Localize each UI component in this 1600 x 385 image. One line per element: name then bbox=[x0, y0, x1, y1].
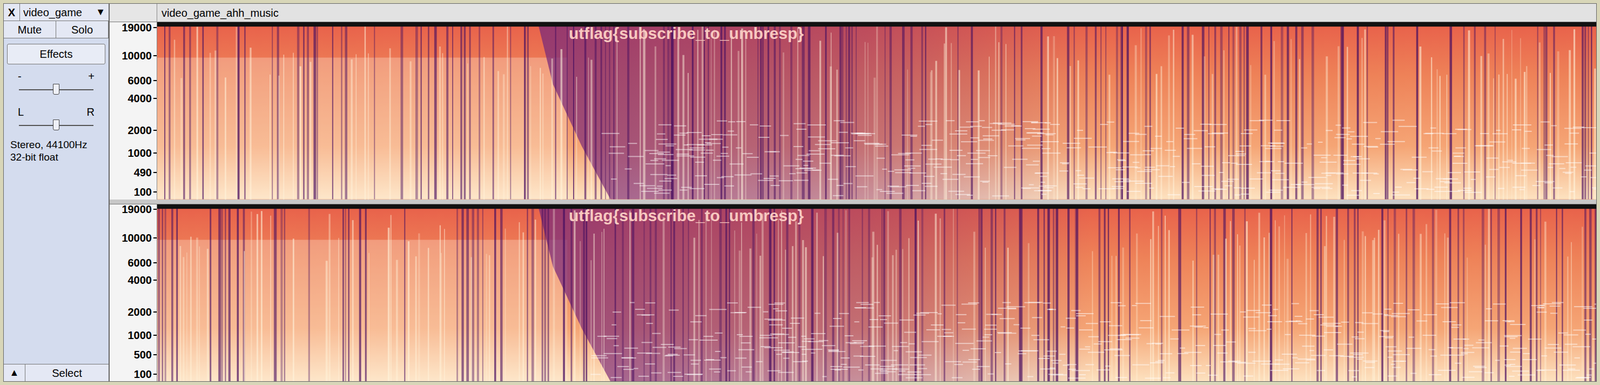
frequency-tick: 100 bbox=[133, 186, 157, 198]
close-button[interactable]: X bbox=[3, 3, 20, 21]
frequency-tick: 1000 bbox=[128, 147, 158, 159]
spectrogram[interactable]: utflag{subscribe_to_umbresp} bbox=[157, 22, 1597, 200]
frequency-tick: 4000 bbox=[128, 274, 158, 286]
spectrogram[interactable]: utflag{subscribe_to_umbresp} bbox=[157, 204, 1597, 382]
frequency-tick: 6000 bbox=[128, 75, 158, 86]
effects-button[interactable]: Effects bbox=[7, 43, 106, 65]
frequency-ruler: 19000 10000 6000 4000 2000 1000 500 100 bbox=[109, 204, 158, 382]
spectrogram-image-icon bbox=[157, 22, 1597, 200]
spectrogram-overlay-text: utflag{subscribe_to_umbresp} bbox=[568, 25, 804, 42]
track-info: Stereo, 44100Hz32-bit float bbox=[3, 133, 109, 164]
frequency-tick: 490 bbox=[133, 166, 157, 178]
frequency-tick: 19000 bbox=[121, 203, 157, 215]
track-control-panel: Xvideo_game▼MuteSolo Effects -+ LRStereo, 4… bbox=[3, 3, 110, 382]
frequency-tick: 1000 bbox=[128, 329, 158, 341]
audacity-track-window: Xvideo_game▼MuteSolo Effects -+ LRStereo, 4… bbox=[0, 0, 1600, 385]
frequency-tick: 6000 bbox=[128, 257, 158, 268]
spectrogram-overlay-text: utflag{subscribe_to_umbresp} bbox=[568, 207, 804, 224]
frequency-tick: 10000 bbox=[121, 232, 157, 244]
frequency-ruler: 19000 10000 6000 4000 2000 1000 490 100 bbox=[109, 22, 158, 200]
gain-slider[interactable]: -+ bbox=[3, 68, 109, 98]
collapse-button[interactable]: ▲ bbox=[3, 364, 26, 381]
toggle-button[interactable]: Solo bbox=[56, 21, 109, 38]
audio-channel: 19000 10000 6000 4000 2000 1000 490 100 utflag{s… bbox=[109, 22, 1597, 200]
select-button[interactable]: Select bbox=[25, 364, 109, 381]
frequency-tick: 2000 bbox=[128, 306, 158, 318]
toggle-button[interactable]: Mute bbox=[3, 21, 57, 38]
track-menu-button[interactable]: video_game▼ bbox=[19, 3, 109, 21]
spectrogram-image-icon bbox=[157, 204, 1597, 382]
frequency-tick: 19000 bbox=[121, 22, 157, 33]
frequency-tick: 100 bbox=[133, 368, 157, 380]
pan-slider[interactable]: LR bbox=[3, 104, 109, 134]
frequency-tick: 500 bbox=[133, 348, 157, 360]
track-title-bar[interactable]: video_game_ahh_music bbox=[157, 3, 1597, 22]
audio-channel: 19000 10000 6000 4000 2000 1000 500 100 utflag{s… bbox=[109, 203, 1597, 382]
frequency-tick: 2000 bbox=[128, 124, 158, 136]
frequency-tick: 10000 bbox=[121, 50, 157, 62]
frequency-tick: 4000 bbox=[128, 92, 158, 104]
